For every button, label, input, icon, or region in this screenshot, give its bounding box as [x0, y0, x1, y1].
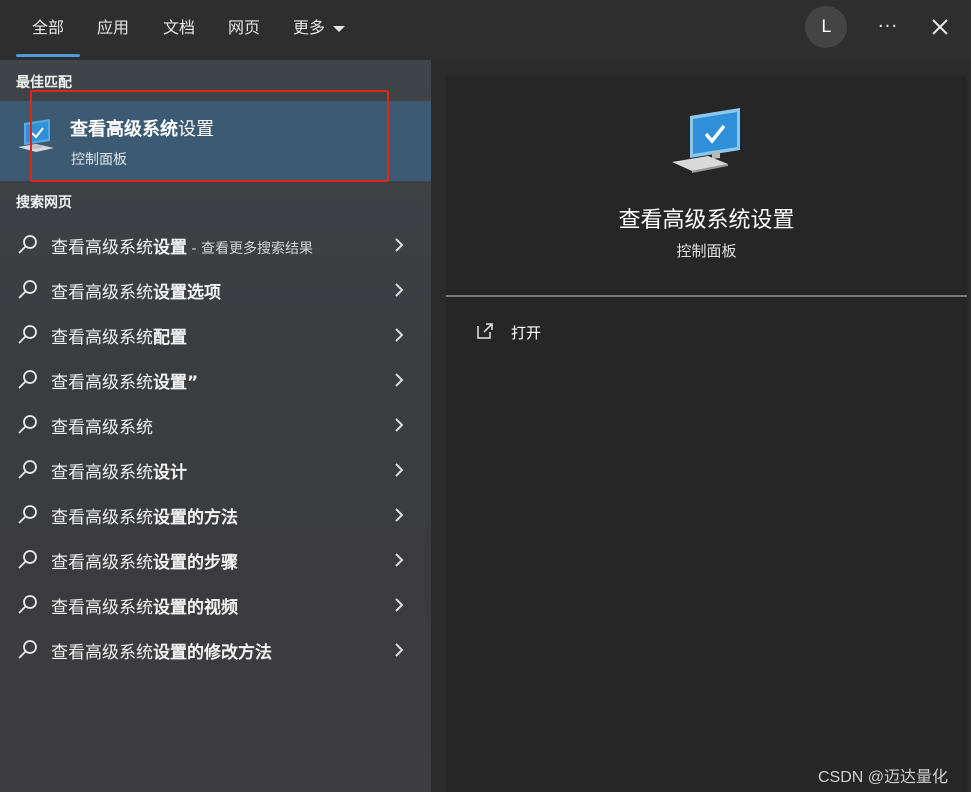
web-search-item-bold: 设置的步骤	[153, 553, 238, 573]
chevron-right-icon	[395, 283, 404, 297]
web-search-item-bold: 设置的方法	[153, 508, 238, 528]
web-search-item-bold: 设置选项	[153, 283, 221, 303]
search-icon	[18, 505, 37, 524]
web-search-item-hint: - 查看更多搜索结果	[187, 241, 313, 257]
chevron-right-icon	[395, 553, 404, 567]
web-search-item-plain: 查看高级系统	[51, 328, 153, 348]
web-search-item-label: 查看高级系统设置”	[51, 368, 198, 393]
tab-documents[interactable]: 文档	[163, 16, 195, 40]
close-icon	[932, 19, 948, 35]
watermark: CSDN @迈达量化	[818, 769, 949, 786]
web-search-item-plain: 查看高级系统	[51, 373, 153, 393]
web-search-item-plain: 查看高级系统	[51, 418, 153, 438]
web-search-item-plain: 查看高级系统	[51, 508, 153, 528]
detail-title: 查看高级系统设置	[618, 208, 795, 233]
web-search-item[interactable]: 查看高级系统配置	[0, 312, 431, 357]
chevron-right-icon	[395, 463, 404, 477]
web-search-item[interactable]: 查看高级系统设置的修改方法	[0, 627, 431, 672]
web-search-item-bold: 配置	[153, 328, 187, 348]
web-search-item[interactable]: 查看高级系统设计	[0, 447, 431, 492]
web-search-item-label: 查看高级系统配置	[51, 323, 187, 348]
system-computer-icon	[672, 108, 740, 173]
web-search-item-plain: 查看高级系统	[51, 283, 153, 303]
more-options-button[interactable]: ···	[873, 14, 903, 40]
chevron-right-icon	[395, 643, 404, 657]
web-search-item-label: 查看高级系统	[51, 413, 153, 438]
chevron-right-icon	[395, 328, 404, 342]
search-icon	[18, 640, 37, 659]
web-search-item-plain: 查看高级系统	[51, 463, 153, 483]
web-search-item-plain: 查看高级系统	[51, 238, 153, 258]
web-search-item[interactable]: 查看高级系统设置 - 查看更多搜索结果	[0, 222, 431, 267]
open-external-icon	[477, 323, 493, 339]
web-search-item[interactable]: 查看高级系统	[0, 402, 431, 447]
detail-subtitle: 控制面板	[676, 242, 737, 260]
best-match-heading: 最佳匹配	[16, 75, 72, 91]
search-icon	[18, 325, 37, 344]
web-search-item-bold: 设置的视频	[153, 598, 238, 618]
search-web-heading: 搜索网页	[16, 195, 72, 211]
chevron-right-icon	[395, 373, 404, 387]
search-icon	[18, 235, 37, 254]
web-search-item-plain: 查看高级系统	[51, 553, 153, 573]
chevron-right-icon	[395, 508, 404, 522]
web-search-item-label: 查看高级系统设置的视频	[51, 593, 238, 618]
search-icon	[18, 370, 37, 389]
web-search-item-label: 查看高级系统设计	[51, 458, 187, 483]
web-search-item[interactable]: 查看高级系统设置”	[0, 357, 431, 402]
web-search-item[interactable]: 查看高级系统设置的视频	[0, 582, 431, 627]
chevron-right-icon	[395, 238, 404, 252]
web-search-item-bold: 设置的修改方法	[153, 643, 272, 663]
web-search-item-label: 查看高级系统设置的修改方法	[51, 638, 272, 663]
web-search-item-bold: 设计	[153, 463, 187, 483]
web-search-item-plain: 查看高级系统	[51, 643, 153, 663]
web-search-item[interactable]: 查看高级系统设置选项	[0, 267, 431, 312]
search-icon	[18, 280, 37, 299]
web-search-item[interactable]: 查看高级系统设置的方法	[0, 492, 431, 537]
tab-all[interactable]: 全部	[15, 16, 81, 57]
web-search-item[interactable]: 查看高级系统设置的步骤	[0, 537, 431, 582]
tab-more[interactable]: 更多	[293, 16, 346, 40]
annotation-highlight-box	[30, 90, 389, 182]
chevron-right-icon	[395, 598, 404, 612]
web-search-item-label: 查看高级系统设置的步骤	[51, 548, 238, 573]
close-button[interactable]	[925, 12, 955, 42]
user-avatar[interactable]: L	[805, 6, 847, 48]
search-icon	[18, 550, 37, 569]
open-action[interactable]: 打开	[446, 318, 967, 350]
web-search-item-label: 查看高级系统设置选项	[51, 278, 221, 303]
web-search-item-label: 查看高级系统设置 - 查看更多搜索结果	[51, 233, 313, 258]
web-search-item-bold: 设置”	[153, 373, 199, 393]
search-icon	[18, 460, 37, 479]
search-top-bar: 全部 应用 文档 网页 更多 L ···	[0, 0, 971, 60]
chevron-down-icon	[333, 25, 346, 32]
search-icon	[18, 595, 37, 614]
tab-web[interactable]: 网页	[228, 16, 260, 40]
tab-apps[interactable]: 应用	[97, 16, 129, 40]
detail-pane: 查看高级系统设置 控制面板 打开	[446, 76, 967, 792]
chevron-right-icon	[395, 418, 404, 432]
web-search-item-plain: 查看高级系统	[51, 598, 153, 618]
open-action-label: 打开	[511, 324, 542, 342]
web-search-item-label: 查看高级系统设置的方法	[51, 503, 238, 528]
detail-divider	[446, 295, 967, 297]
search-icon	[18, 415, 37, 434]
web-search-item-bold: 设置	[153, 238, 187, 258]
tab-more-label: 更多	[293, 18, 326, 37]
